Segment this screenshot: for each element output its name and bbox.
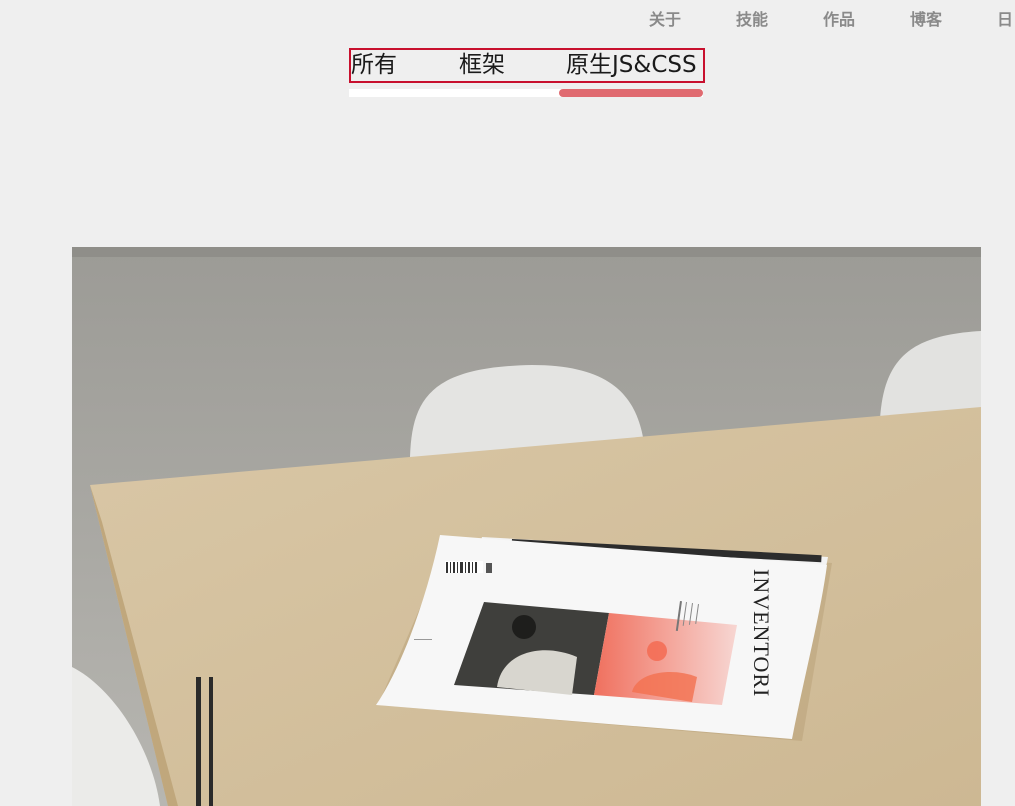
- active-tab-indicator: [559, 89, 703, 97]
- magazine-title: INVENTORI: [749, 569, 774, 697]
- page: 关于 技能 作品 博客 日 所有 框架 原生JS&CSS INVENTORI: [0, 0, 1015, 806]
- nav-item-blog[interactable]: 博客: [910, 6, 942, 30]
- hero-photo: INVENTORI: [72, 247, 981, 806]
- nav-item-diary[interactable]: 日: [997, 6, 1013, 30]
- hero-photo-illustration: INVENTORI: [72, 247, 981, 806]
- filter-tabs: 所有 框架 原生JS&CSS: [349, 48, 705, 83]
- nav-item-about[interactable]: 关于: [649, 6, 681, 30]
- nav-item-skills[interactable]: 技能: [736, 6, 768, 30]
- nav-item-works[interactable]: 作品: [823, 6, 855, 30]
- tab-all[interactable]: 所有: [351, 51, 397, 79]
- tab-native-js-css[interactable]: 原生JS&CSS: [566, 51, 697, 79]
- tab-frameworks[interactable]: 框架: [459, 51, 505, 79]
